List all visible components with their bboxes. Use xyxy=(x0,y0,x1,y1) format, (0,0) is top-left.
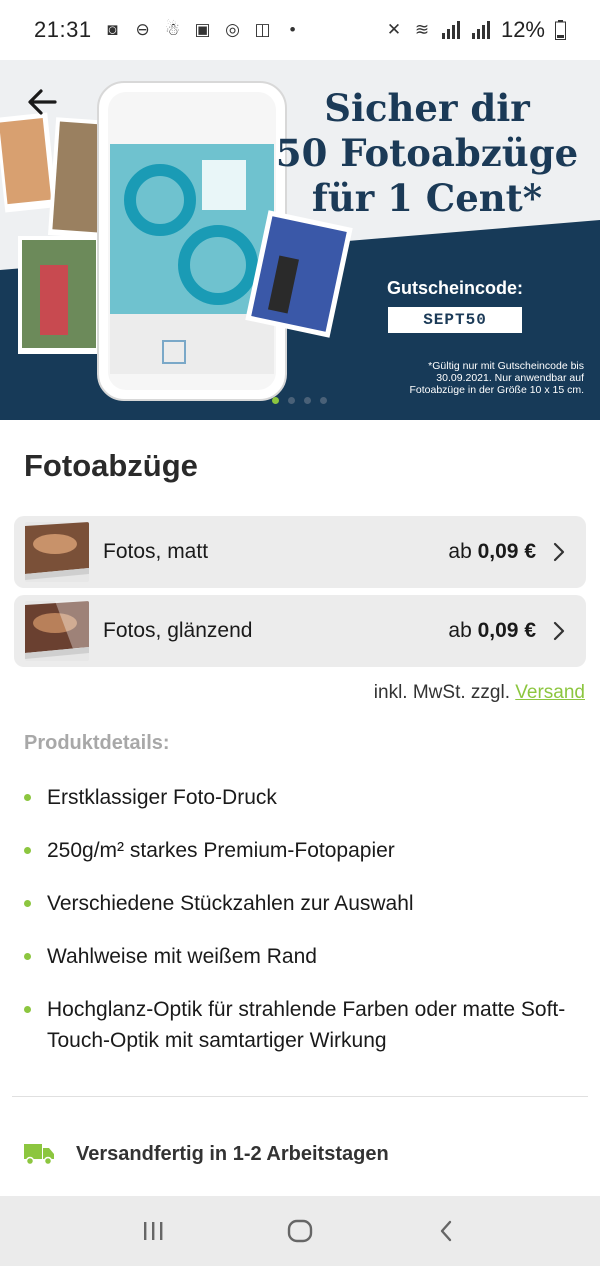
headline-line: für 1 Cent* xyxy=(311,176,543,220)
recent-apps-icon xyxy=(144,1222,163,1240)
bullet-icon xyxy=(24,847,31,854)
feature-list: Erstklassiger Foto-Druck 250g/m² starkes… xyxy=(24,782,584,1078)
signal-icon xyxy=(441,21,460,39)
list-item: Erstklassiger Foto-Druck xyxy=(24,782,584,813)
carousel-dot[interactable] xyxy=(320,397,327,404)
price-prefix: ab xyxy=(448,540,472,563)
more-notifications-icon: • xyxy=(289,20,296,39)
list-item: Wahlweise mit weißem Rand xyxy=(24,941,584,972)
do-not-disturb-icon: ⊖ xyxy=(135,20,150,39)
price-value: 0,09 € xyxy=(477,619,536,642)
notification-icons: ◙ ⊖ ☃ ▣ ◎ ◫ • xyxy=(104,21,302,39)
feature-text: 250g/m² starkes Premium-Fotopapier xyxy=(47,839,395,862)
carousel-dot[interactable] xyxy=(288,397,295,404)
feature-text: Verschiedene Stückzahlen zur Auswahl xyxy=(47,892,414,915)
vat-note: inkl. MwSt. zzgl. Versand xyxy=(374,682,585,704)
banner-headline: Sicher dir 50 Fotoabzüge für 1 Cent* xyxy=(272,86,582,221)
feature-text: Erstklassiger Foto-Druck xyxy=(47,786,277,809)
banner-footnote: *Gültig nur mit Gutscheincode bis 30.09.… xyxy=(409,360,584,396)
product-thumbnail xyxy=(25,522,89,582)
chevron-right-icon xyxy=(553,542,565,562)
home-icon xyxy=(287,1219,313,1243)
price-value: 0,09 € xyxy=(477,540,536,563)
page-title: Fotoabzüge xyxy=(24,448,198,483)
headline-line: Sicher dir xyxy=(324,86,530,130)
shipping-link[interactable]: Versand xyxy=(515,682,585,703)
details-heading: Produktdetails: xyxy=(24,732,170,754)
headline-line: 50 Fotoabzüge xyxy=(275,131,579,175)
bullet-icon xyxy=(24,794,31,801)
system-nav-bar xyxy=(0,1196,600,1266)
notification-app-icon: ◫ xyxy=(254,20,271,39)
product-row-matt[interactable]: Fotos, matt ab 0,09 € xyxy=(14,516,586,588)
product-price: ab 0,09 € xyxy=(448,619,536,643)
product-name: Fotos, glänzend xyxy=(103,619,253,642)
vat-text: inkl. MwSt. zzgl. xyxy=(373,682,510,703)
shipping-text: Versandfertig in 1-2 Arbeitstagen xyxy=(76,1142,389,1165)
product-name: Fotos, matt xyxy=(103,540,209,563)
product-price: ab 0,09 € xyxy=(448,540,536,564)
product-row-glossy[interactable]: Fotos, glänzend ab 0,09 € xyxy=(14,595,586,667)
coupon-label: Gutscheincode: xyxy=(386,278,524,298)
wifi-icon: ≋ xyxy=(414,20,430,39)
bullet-icon xyxy=(24,1006,31,1013)
divider xyxy=(12,1096,588,1097)
product-thumbnail xyxy=(25,601,89,661)
back-button[interactable] xyxy=(427,1211,467,1251)
price-prefix: ab xyxy=(448,619,472,642)
bullet-icon xyxy=(24,953,31,960)
status-bar: 21:31 ◙ ⊖ ☃ ▣ ◎ ◫ • ✕ ≋ 12% xyxy=(0,0,600,60)
feature-text: Wahlweise mit weißem Rand xyxy=(47,945,317,968)
list-item: Verschiedene Stückzahlen zur Auswahl xyxy=(24,888,584,919)
list-item: 250g/m² starkes Premium-Fotopapier xyxy=(24,835,584,866)
battery-icon xyxy=(555,20,566,40)
promo-banner[interactable]: Sicher dir 50 Fotoabzüge für 1 Cent* Gut… xyxy=(0,60,600,420)
chevron-right-icon xyxy=(553,621,565,641)
bullet-icon xyxy=(24,900,31,907)
carousel-indicator xyxy=(272,397,327,404)
carousel-dot-active[interactable] xyxy=(272,397,279,404)
list-item: Hochglanz-Optik für strahlende Farben od… xyxy=(24,994,584,1056)
feature-text: Hochglanz-Optik für strahlende Farben od… xyxy=(47,998,566,1052)
phone-mockup xyxy=(97,81,287,401)
carousel-dot[interactable] xyxy=(304,397,311,404)
signal-icon xyxy=(471,21,490,39)
gallery-icon: ▣ xyxy=(194,20,211,39)
back-icon xyxy=(440,1220,451,1242)
home-button[interactable] xyxy=(280,1211,320,1251)
notification-app-icon: ☃ xyxy=(164,20,181,39)
system-icons: ✕ ≋ 12% xyxy=(385,17,566,43)
truck-icon xyxy=(24,1144,54,1166)
instagram-icon: ◎ xyxy=(225,20,240,39)
notification-app-icon: ◙ xyxy=(107,20,118,39)
back-arrow-icon[interactable] xyxy=(22,82,62,122)
mute-icon: ✕ xyxy=(386,20,402,39)
status-time: 21:31 xyxy=(34,17,92,42)
recent-apps-button[interactable] xyxy=(133,1211,173,1251)
shipping-info: Versandfertig in 1-2 Arbeitstagen xyxy=(24,1142,389,1166)
coupon-code: SEPT50 xyxy=(388,307,522,333)
battery-level: 12% xyxy=(500,17,545,42)
